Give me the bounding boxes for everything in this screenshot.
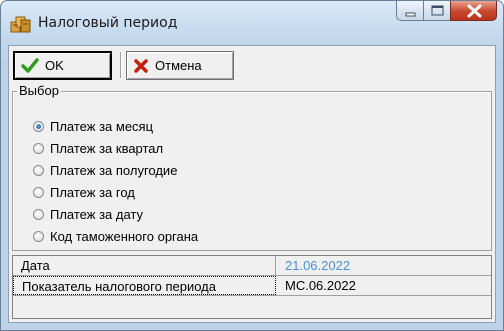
minimize-icon [405, 12, 416, 17]
properties-grid: Дата 21.06.2022 Показатель налогового пе… [12, 255, 492, 319]
ok-button[interactable]: OK [13, 51, 112, 80]
radio-half-year[interactable]: Платеж за полугодие [33, 161, 177, 179]
grid-label: Показатель налогового периода [13, 276, 276, 295]
minimize-button[interactable] [396, 1, 423, 21]
radio-label: Платеж за дату [50, 206, 144, 222]
grid-label: Дата [13, 256, 276, 275]
close-icon [467, 4, 482, 18]
date-value[interactable]: 21.06.2022 [277, 256, 491, 275]
radio-date[interactable]: Платеж за дату [33, 205, 143, 223]
close-button[interactable] [450, 1, 497, 21]
groupbox-title: Выбор [17, 83, 61, 98]
radio-label: Код таможенного органа [50, 228, 199, 244]
dialog-window: Налоговый период OK Отмена Выбор Платеж … [0, 0, 504, 331]
radio-button-icon[interactable] [33, 208, 44, 220]
maximize-button[interactable] [423, 1, 450, 21]
maximize-icon [431, 5, 444, 16]
radio-label: Платеж за год [50, 184, 135, 200]
cancel-button[interactable]: Отмена [126, 51, 234, 80]
radio-button-icon[interactable] [33, 142, 44, 154]
radio-label: Платеж за месяц [50, 118, 154, 134]
tax-period-value[interactable]: МС.06.2022 [277, 276, 491, 295]
cross-icon [134, 58, 148, 73]
radio-button-icon[interactable] [33, 164, 44, 176]
radio-label: Платеж за полугодие [50, 162, 178, 178]
radio-year[interactable]: Платеж за год [33, 183, 135, 201]
choice-groupbox: Выбор Платеж за месяц Платеж за квартал … [12, 83, 492, 251]
radio-customs-code[interactable]: Код таможенного органа [33, 227, 198, 245]
title-bar[interactable]: Налоговый период [1, 1, 503, 43]
radio-button-icon[interactable] [33, 120, 44, 132]
radio-label: Платеж за квартал [50, 140, 164, 156]
window-title: Налоговый период [38, 15, 178, 31]
ok-button-label: OK [45, 58, 64, 73]
cancel-button-label: Отмена [155, 58, 202, 73]
grid-row-tax-period[interactable]: Показатель налогового периода МС.06.2022 [13, 276, 491, 296]
dialog-client-area: OK Отмена Выбор Платеж за месяц Платеж з… [8, 45, 496, 323]
toolbar-separator [120, 52, 122, 78]
app-icon [10, 13, 32, 33]
grid-row-date[interactable]: Дата 21.06.2022 [13, 256, 491, 276]
toolbar: OK Отмена [9, 46, 495, 86]
radio-quarter[interactable]: Платеж за квартал [33, 139, 163, 157]
radio-button-icon[interactable] [33, 186, 44, 198]
checkmark-icon [21, 57, 39, 73]
caption-buttons [396, 1, 497, 23]
radio-button-icon[interactable] [33, 230, 44, 242]
radio-month[interactable]: Платеж за месяц [33, 117, 153, 135]
